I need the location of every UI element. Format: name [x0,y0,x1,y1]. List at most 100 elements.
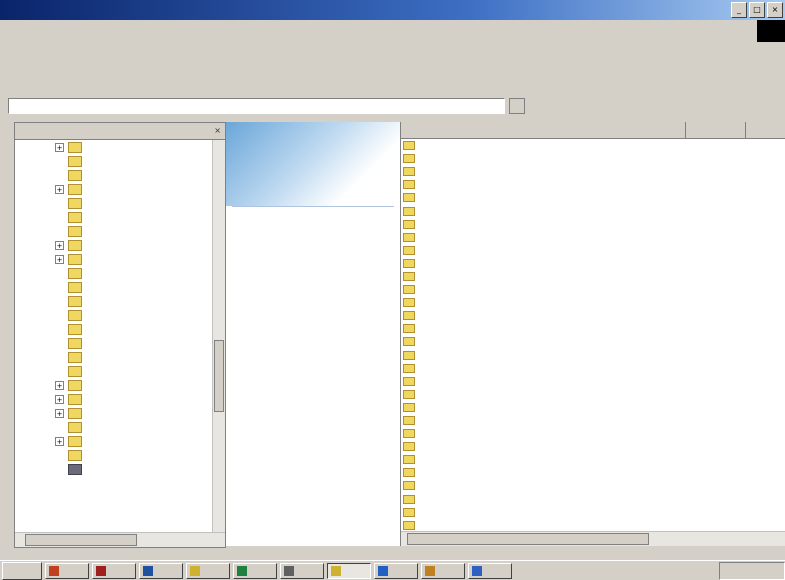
tree-item[interactable] [15,322,213,336]
file-row[interactable] [401,375,785,388]
folder-icon [68,379,82,391]
taskbar-button[interactable] [280,562,324,579]
minimize-button[interactable]: _ [731,2,747,18]
expand-icon[interactable]: + [55,380,64,390]
tree-item[interactable]: + [15,378,213,392]
taskbar-button[interactable] [468,562,512,579]
file-row[interactable] [401,218,785,231]
column-header[interactable] [401,122,686,138]
expand-icon[interactable]: + [55,240,64,250]
scroll-thumb[interactable] [407,533,649,545]
expand-icon[interactable]: + [55,254,64,264]
file-row[interactable] [401,388,785,401]
tree-item[interactable] [15,224,213,238]
file-row[interactable] [401,519,785,532]
scroll-thumb[interactable] [25,534,137,546]
file-row[interactable] [401,466,785,479]
tree-item[interactable] [15,336,213,350]
column-headers [401,122,785,139]
tree-item[interactable] [15,266,213,280]
file-row[interactable] [401,309,785,322]
file-row[interactable] [401,506,785,519]
scroll-thumb[interactable] [214,340,224,412]
tree-item[interactable]: + [15,140,213,154]
file-list-horizontal-scrollbar[interactable] [401,531,785,546]
file-row[interactable] [401,152,785,165]
file-row[interactable] [401,283,785,296]
taskbar-app-icon [284,565,294,576]
taskbar-button[interactable] [327,562,371,579]
tree-item[interactable] [15,462,213,476]
taskbar-button[interactable] [374,562,418,579]
start-button[interactable] [2,561,42,580]
taskbar-button[interactable] [139,562,183,579]
file-row[interactable] [401,401,785,414]
taskbar-button[interactable] [421,562,465,579]
folder-tree-vertical-scrollbar[interactable] [212,140,225,533]
folder-icon [403,507,415,517]
expand-icon[interactable]: + [55,184,64,194]
tree-item[interactable] [15,280,213,294]
address-field[interactable] [8,98,505,114]
taskbar-button[interactable] [92,562,136,579]
expand-icon[interactable]: + [55,142,64,152]
taskbar-button[interactable] [186,562,230,579]
file-row[interactable] [401,231,785,244]
tree-item[interactable] [15,420,213,434]
taskbar-app-icon [331,565,341,576]
tree-item[interactable] [15,168,213,182]
file-row[interactable] [401,427,785,440]
tree-item[interactable] [15,448,213,462]
folder-tree-horizontal-scrollbar[interactable] [15,532,225,547]
tree-item[interactable]: + [15,238,213,252]
file-row[interactable] [401,244,785,257]
file-row[interactable] [401,270,785,283]
tree-item[interactable] [15,294,213,308]
tree-item[interactable]: + [15,406,213,420]
file-row[interactable] [401,453,785,466]
file-row[interactable] [401,440,785,453]
tree-item[interactable] [15,350,213,364]
taskbar-button[interactable] [45,562,89,579]
tree-item[interactable]: + [15,392,213,406]
tree-item[interactable] [15,364,213,378]
file-row[interactable] [401,335,785,348]
tree-item[interactable] [15,308,213,322]
folder-icon [403,311,415,321]
file-row[interactable] [401,165,785,178]
column-header[interactable] [746,122,785,138]
file-row[interactable] [401,493,785,506]
close-pane-icon[interactable]: × [214,126,221,135]
file-row[interactable] [401,139,785,152]
tree-item[interactable]: + [15,434,213,448]
file-row[interactable] [401,191,785,204]
tree-item[interactable] [15,154,213,168]
expand-icon[interactable]: + [55,408,64,418]
file-row[interactable] [401,349,785,362]
tree-item[interactable] [15,210,213,224]
tree-item[interactable]: + [15,252,213,266]
folder-icon [68,267,82,279]
title-bar[interactable]: _ □ × [0,0,785,20]
folder-icon [403,429,415,439]
expand-icon[interactable]: + [55,436,64,446]
close-button[interactable]: × [767,2,783,18]
file-row[interactable] [401,414,785,427]
taskbar-button[interactable] [233,562,277,579]
file-row[interactable] [401,362,785,375]
tree-item[interactable] [15,196,213,210]
file-row[interactable] [401,178,785,191]
maximize-button[interactable]: □ [749,2,765,18]
file-row[interactable] [401,257,785,270]
file-row[interactable] [401,296,785,309]
system-tray [719,561,785,580]
folder-icon [403,232,415,242]
expand-icon[interactable]: + [55,394,64,404]
address-dropdown-button[interactable] [509,98,525,114]
column-header[interactable] [686,122,746,138]
file-row[interactable] [401,204,785,217]
tree-item[interactable]: + [15,182,213,196]
file-row[interactable] [401,322,785,335]
file-row[interactable] [401,479,785,492]
